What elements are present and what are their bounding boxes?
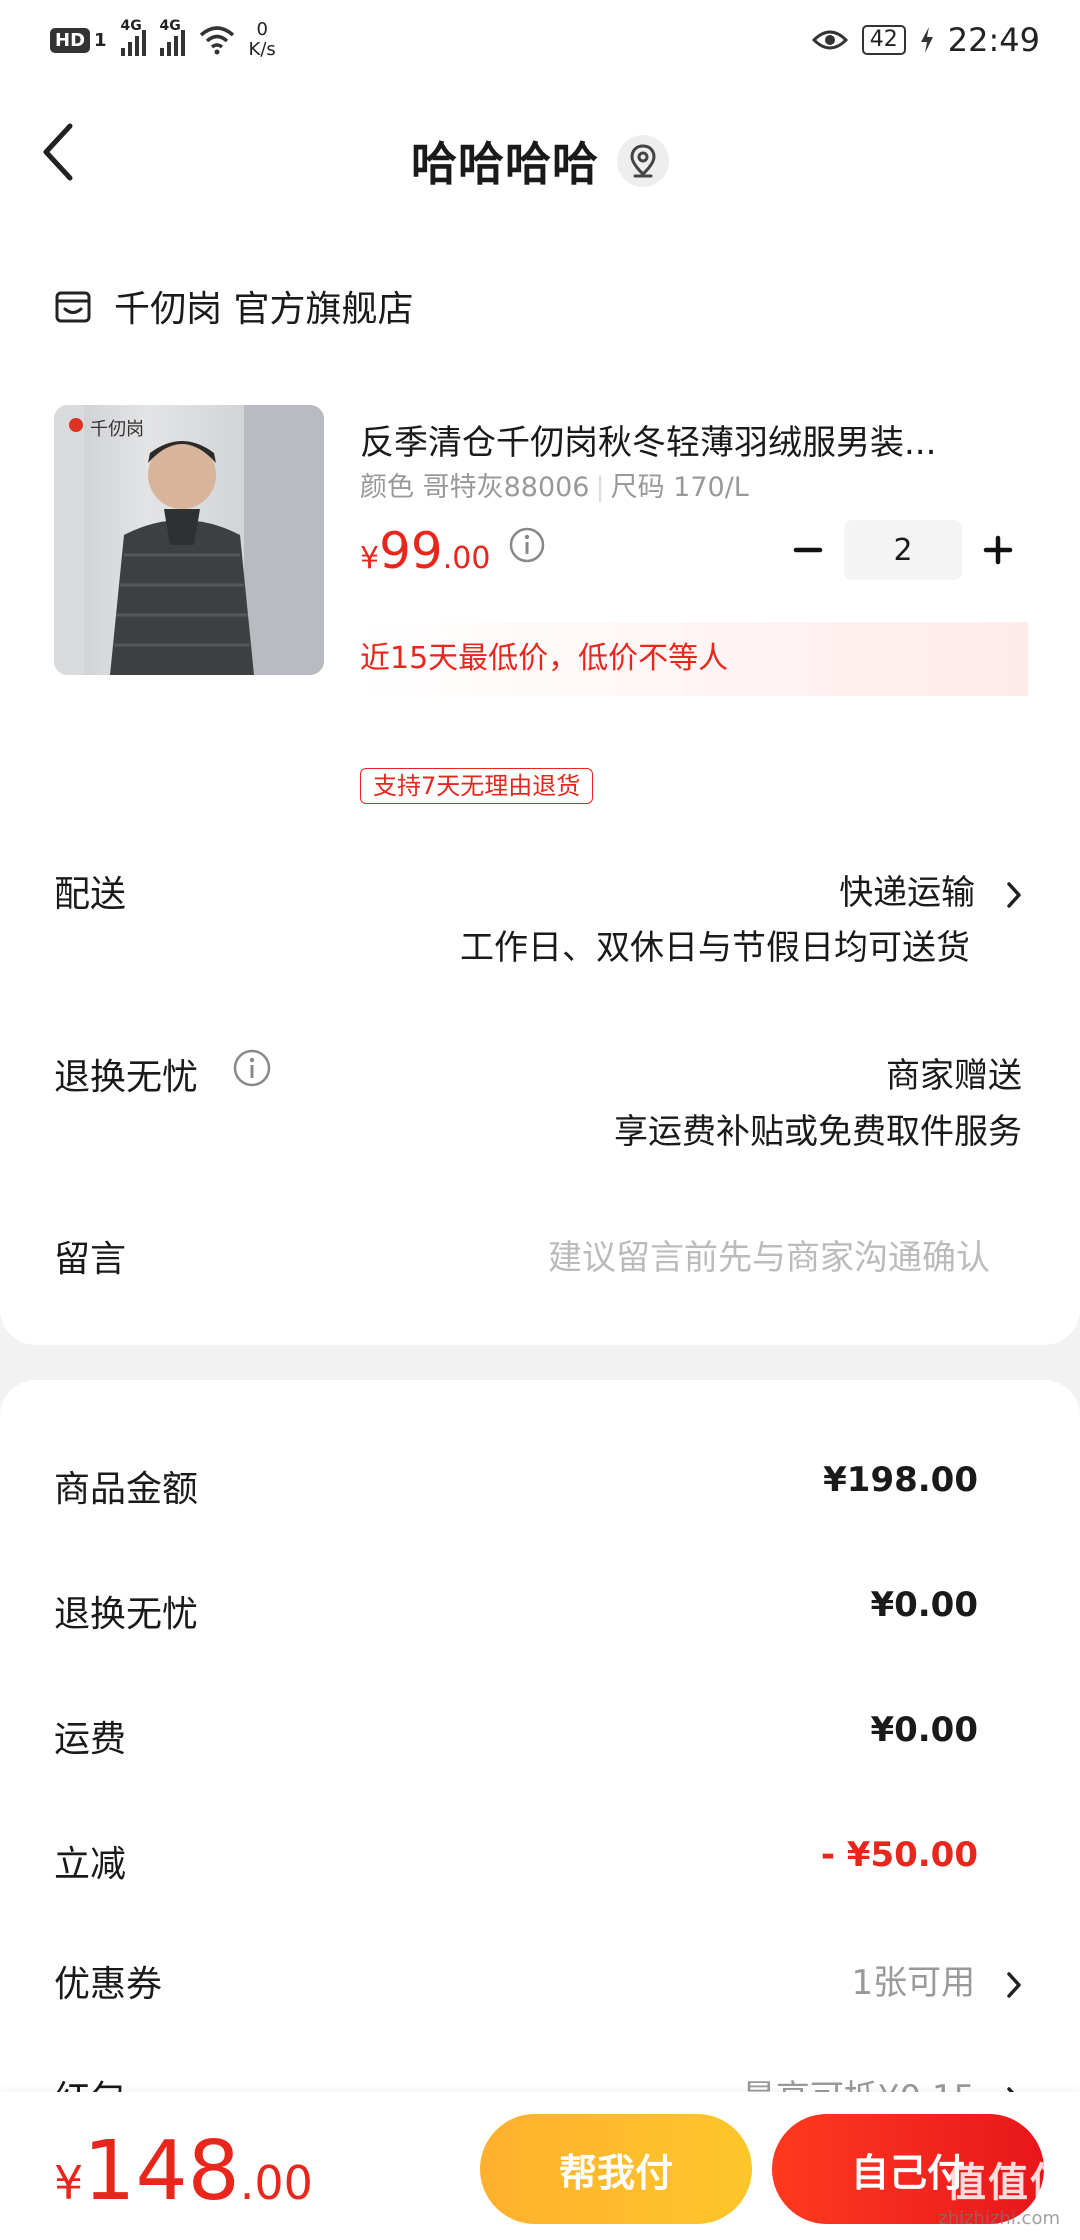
shop-name: 千仞岗 官方旗舰店	[114, 289, 414, 330]
product-price: ¥ 99 .00	[360, 522, 491, 580]
checkout-bar: ¥ 148 .00 帮我付 自己付	[0, 2092, 1080, 2240]
wifi-icon	[199, 26, 234, 55]
plus-icon	[983, 535, 1013, 565]
brand-logo-text: 千仞岗	[90, 419, 144, 440]
pay-for-me-button[interactable]: 帮我付	[480, 2114, 752, 2224]
order-card: 千仞岗 官方旗舰店 千仞岗 反季清仓千仞岗秋冬轻薄羽绒服男装... 颜色 哥特灰…	[0, 220, 1080, 1345]
coupon-label: 优惠券	[54, 1964, 163, 2005]
quantity-value[interactable]: 2	[844, 520, 962, 580]
delivery-note: 工作日、双休日与节假日均可送货	[460, 928, 970, 968]
message-label: 留言	[54, 1239, 127, 1280]
return-service-value: 商家赠送	[886, 1056, 1022, 1096]
signal-icon: 4G	[159, 18, 185, 56]
battery-indicator: 42	[861, 25, 906, 55]
return-info-icon[interactable]	[232, 1048, 272, 1088]
total-price: ¥ 148 .00	[54, 2124, 313, 2219]
header: 哈哈哈哈	[0, 80, 1080, 220]
product-spec: 颜色 哥特灰88006 | 尺码 170/L	[360, 472, 749, 503]
eye-icon	[811, 30, 848, 50]
goods-amount-value: ¥198.00	[823, 1460, 978, 1500]
low-price-banner: 近15天最低价，低价不等人	[360, 622, 1028, 696]
charging-icon	[920, 27, 933, 53]
clock: 22:49	[947, 21, 1040, 59]
product-title[interactable]: 反季清仓千仞岗秋冬轻薄羽绒服男装...	[360, 415, 1020, 464]
watermark-logo: 值值值	[946, 2160, 1072, 2206]
location-icon[interactable]	[617, 135, 669, 187]
return-fee-label: 退换无忧	[54, 1594, 199, 1635]
discount-value: - ¥50.00	[820, 1835, 978, 1875]
watermark-url: zhizhizhi.com	[938, 2208, 1060, 2229]
message-input[interactable]: 建议留言前先与商家沟通确认	[548, 1230, 990, 1279]
return-policy-tag: 支持7天无理由退货	[360, 768, 594, 804]
product-image[interactable]: 千仞岗	[54, 405, 324, 675]
delivery-method[interactable]: 快递运输	[839, 865, 1022, 914]
page-title: 哈哈哈哈	[411, 137, 599, 191]
return-service-label: 退换无忧	[54, 1057, 199, 1098]
shop-icon	[55, 291, 91, 323]
quantity-stepper: 2	[780, 520, 1026, 580]
chevron-right-icon	[1007, 1971, 1021, 1998]
delivery-label: 配送	[54, 874, 127, 915]
shipping-value: ¥0.00	[870, 1710, 978, 1750]
shop-row[interactable]: 千仞岗 官方旗舰店	[54, 280, 413, 332]
product-size: 尺码 170/L	[610, 472, 749, 503]
chevron-right-icon	[1007, 881, 1021, 908]
coupon-value[interactable]: 1张可用	[852, 1955, 1022, 2004]
network-speed: 0 K/s	[248, 19, 276, 60]
status-right: 42 22:49	[811, 21, 1040, 59]
signal-icon: 4G	[120, 18, 146, 56]
hd-badge: HD	[50, 27, 91, 53]
discount-label: 立减	[54, 1844, 127, 1885]
return-fee-value: ¥0.00	[870, 1585, 978, 1625]
increase-button[interactable]	[970, 520, 1026, 580]
sim-indicator: 1	[94, 29, 107, 51]
status-bar: HD 1 4G 4G 0 K/s 42 22:49	[0, 0, 1080, 80]
shipping-label: 运费	[54, 1719, 127, 1760]
decrease-button[interactable]	[780, 520, 836, 580]
price-info-icon[interactable]	[508, 526, 546, 564]
minus-icon	[793, 547, 823, 553]
status-left: HD 1 4G 4G 0 K/s	[50, 18, 276, 60]
product-color: 颜色 哥特灰88006	[360, 472, 590, 503]
return-service-note: 享运费补贴或免费取件服务	[614, 1112, 1022, 1152]
page-title-container: 哈哈哈哈	[0, 128, 1080, 194]
goods-amount-label: 商品金额	[54, 1469, 199, 1510]
brand-logo-icon	[69, 418, 83, 432]
